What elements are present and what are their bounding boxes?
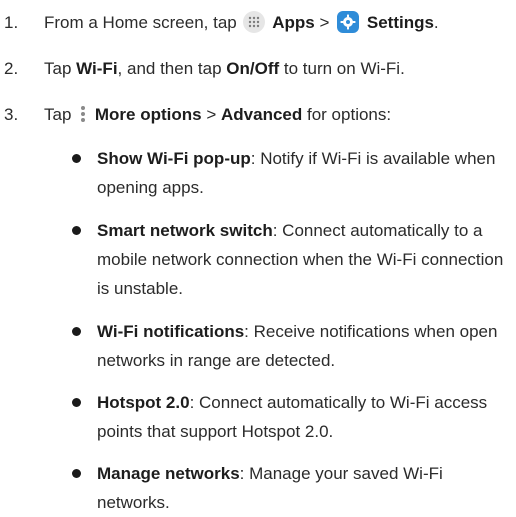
option-title: Smart network switch	[97, 221, 273, 240]
step-text: From a Home screen, tap Apps > Settings.	[44, 11, 439, 33]
option-title: Wi-Fi notifications	[97, 322, 245, 341]
bullet-icon	[72, 327, 81, 336]
step-number: 1.	[4, 13, 19, 32]
settings-label: Settings	[366, 13, 434, 32]
advanced-label: Advanced	[221, 105, 303, 124]
bullet-icon	[72, 154, 81, 163]
more-options-label: More options	[94, 105, 202, 124]
step-text: Tap More options > Advanced for options:	[44, 103, 392, 125]
bullet-icon	[72, 469, 81, 478]
instructions-page: 1. From a Home screen, tap Apps > Settin…	[0, 0, 516, 512]
more-options-icon	[78, 103, 88, 125]
bullet-icon	[72, 398, 81, 407]
option-title: Manage networks	[97, 464, 240, 483]
step-number: 3.	[4, 105, 19, 124]
step-text: Tap Wi-Fi, and then tap On/Off to turn o…	[44, 59, 405, 78]
apps-label: Apps	[272, 13, 315, 32]
option-title: Show Wi-Fi pop-up	[97, 149, 251, 168]
apps-grid-icon	[243, 11, 266, 33]
onoff-label: On/Off	[226, 59, 280, 78]
step-number: 2.	[4, 59, 19, 78]
gear-icon	[337, 11, 360, 33]
bullet-icon	[72, 226, 81, 235]
option-title: Hotspot 2.0	[97, 393, 190, 412]
wifi-label: Wi-Fi	[76, 59, 118, 78]
